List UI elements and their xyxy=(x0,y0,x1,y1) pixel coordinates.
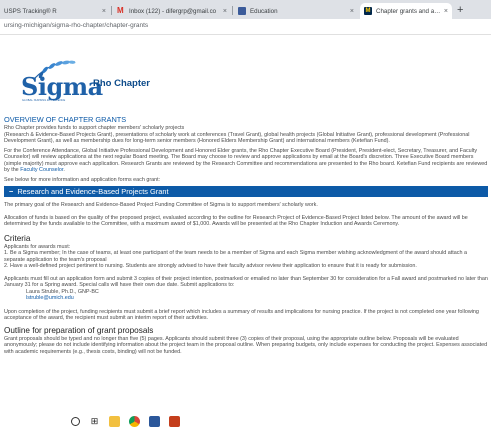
powerpoint-icon[interactable] xyxy=(169,415,180,427)
outline-heading: Outline for preparation of grant proposa… xyxy=(4,325,154,335)
close-icon[interactable]: × xyxy=(102,8,106,15)
section-title: Research and Evidence-Based Projects Gra… xyxy=(17,187,169,196)
file-explorer-icon[interactable] xyxy=(109,415,120,427)
submission-text: Applicants must fill out an application … xyxy=(4,275,488,289)
criteria-item-2: 2. Have a well-defined project pertinent… xyxy=(4,263,417,269)
tab-education[interactable]: Education × xyxy=(234,3,358,19)
research-grant-accordion-header[interactable]: − Research and Evidence-Based Projects Gr… xyxy=(4,186,488,197)
review-paragraph: For the Conference Attendance, Global In… xyxy=(4,148,488,174)
page-content: Sigma GLOBAL NURSING EXCELLENCE Rho Chap… xyxy=(0,36,491,430)
criteria-heading: Criteria xyxy=(4,233,31,243)
criteria-item-1: 1. Be a Sigma member; In the case of tea… xyxy=(4,250,467,263)
tab-title: USPS Tracking® R xyxy=(4,7,57,15)
tab-chapter-grants[interactable]: M Chapter grants and awards | Uni × xyxy=(360,3,452,19)
tab-title: Chapter grants and awards | Uni xyxy=(376,7,441,15)
url-text[interactable]: ursing-michigan/sigma-rho-chapter/chapte… xyxy=(4,22,148,29)
tab-title: Education xyxy=(250,7,278,15)
overview-text-line2: (Research & Evidence-Based Projects Gran… xyxy=(4,131,470,145)
sigma-logo[interactable]: Sigma GLOBAL NURSING EXCELLENCE xyxy=(21,58,103,106)
task-view-icon[interactable]: ⊞ xyxy=(89,416,100,427)
gmail-icon xyxy=(117,7,125,15)
word-icon[interactable] xyxy=(149,415,160,427)
collapse-icon: − xyxy=(9,187,14,196)
allocation-text: Allocation of funds is based on the qual… xyxy=(4,214,468,228)
close-icon[interactable]: × xyxy=(350,8,354,15)
tab-gmail[interactable]: Inbox (122) - difergrp@gmail.co × xyxy=(113,3,231,19)
address-bar[interactable]: ursing-michigan/sigma-rho-chapter/chapte… xyxy=(0,19,491,35)
taskbar: ⊞ xyxy=(65,412,225,430)
logo-wordmark: Sigma xyxy=(21,72,103,101)
search-icon[interactable] xyxy=(71,416,80,426)
faculty-counselor-link[interactable]: Faculty Counselor xyxy=(20,167,63,173)
contact-email-link[interactable]: lstruble@umich.edu xyxy=(4,295,488,302)
chrome-icon[interactable] xyxy=(129,415,140,427)
tab-title: Inbox (122) - difergrp@gmail.co xyxy=(129,7,217,15)
logo-tagline: GLOBAL NURSING EXCELLENCE xyxy=(22,99,66,102)
chapter-name: Rho Chapter xyxy=(93,78,150,89)
completion-text: Upon completion of the project, funding … xyxy=(4,308,479,322)
main-content: OVERVIEW OF CHAPTER GRANTS Rho Chapter p… xyxy=(4,116,488,355)
review-text: For the Conference Attendance, Global In… xyxy=(4,147,488,174)
close-icon[interactable]: × xyxy=(223,8,227,15)
browser-tab-strip: USPS Tracking® R × Inbox (122) - difergr… xyxy=(0,0,491,19)
goal-text: The primary goal of the Research and Evi… xyxy=(4,202,318,208)
tab-usps[interactable]: USPS Tracking® R × xyxy=(0,3,110,19)
umich-icon: M xyxy=(364,7,372,15)
close-icon[interactable]: × xyxy=(444,8,448,15)
tab-separator xyxy=(232,6,233,15)
outline-text: Grant proposals should be typed and no l… xyxy=(4,335,488,355)
see-below-text: See below for more information and appli… xyxy=(4,176,161,183)
tab-separator xyxy=(111,6,112,15)
review-text-end: . xyxy=(63,167,65,173)
education-icon xyxy=(238,7,246,15)
new-tab-button[interactable]: + xyxy=(457,3,463,17)
overview-heading: OVERVIEW OF CHAPTER GRANTS xyxy=(4,115,127,124)
